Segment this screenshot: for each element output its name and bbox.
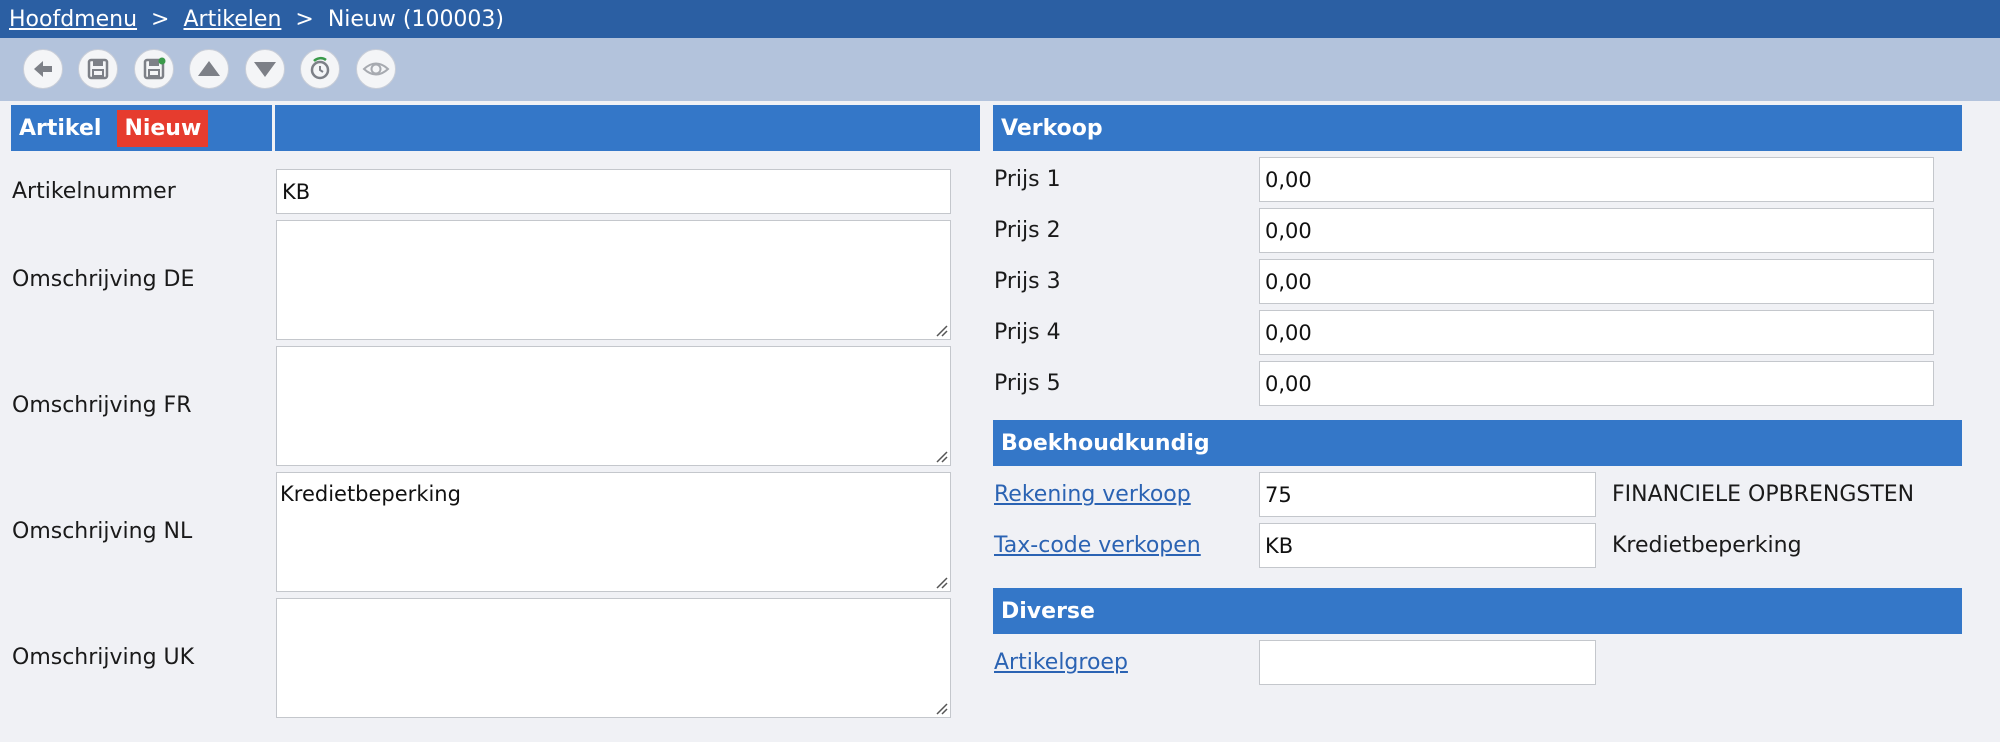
artikelgroep-input[interactable] [1259, 640, 1596, 685]
omschrijving-uk-textarea[interactable] [276, 598, 951, 718]
verkoop-section-header: Verkoop [993, 105, 1962, 151]
omschrijving-nl-label: Omschrijving NL [12, 519, 193, 544]
preview-button[interactable] [356, 49, 396, 89]
boekhoudkundig-header-title: Boekhoudkundig [1001, 430, 1210, 456]
rekening-verkoop-link[interactable]: Rekening verkoop [994, 482, 1191, 507]
breadcrumb-link-hoofdmenu[interactable]: Hoofdmenu [9, 7, 137, 32]
artikelnummer-input[interactable]: KB [276, 169, 951, 214]
omschrijving-fr-label: Omschrijving FR [12, 393, 192, 418]
breadcrumb-link-artikelen[interactable]: Artikelen [183, 7, 281, 32]
diverse-section-header: Diverse [993, 588, 1962, 634]
prijs-5-label: Prijs 5 [994, 371, 1061, 396]
verkoop-header-title: Verkoop [1001, 115, 1103, 141]
prijs-5-input[interactable]: 0,00 [1259, 361, 1934, 406]
omschrijving-uk-label: Omschrijving UK [12, 645, 195, 670]
omschrijving-nl-value: Kredietbeperking [280, 482, 461, 506]
diverse-header-title: Diverse [1001, 598, 1095, 624]
history-icon [310, 56, 330, 80]
prijs-2-input[interactable]: 0,00 [1259, 208, 1934, 253]
omschrijving-de-label: Omschrijving DE [12, 267, 195, 292]
preview-icon [362, 62, 390, 76]
artikel-section-header: Artikel Nieuw [11, 105, 272, 151]
boekhoudkundig-section-header: Boekhoudkundig [993, 420, 1962, 466]
tax-code-verkopen-link[interactable]: Tax-code verkopen [994, 533, 1201, 558]
resize-grip-icon[interactable] [934, 449, 948, 463]
tax-code-verkopen-input[interactable]: KB [1259, 523, 1596, 568]
prijs-3-label: Prijs 3 [994, 269, 1061, 294]
save-new-icon [143, 57, 166, 80]
toolbar [0, 38, 2000, 101]
tax-code-verkopen-description: Kredietbeperking [1612, 533, 1802, 558]
artikel-section-header-extension [275, 105, 980, 151]
resize-grip-icon[interactable] [934, 575, 948, 589]
breadcrumb-separator: > [295, 6, 314, 32]
breadcrumb: Hoofdmenu > Artikelen > Nieuw (100003) [0, 0, 2000, 38]
back-button[interactable] [23, 49, 63, 89]
move-down-button[interactable] [245, 49, 285, 89]
prijs-4-label: Prijs 4 [994, 320, 1061, 345]
move-up-button[interactable] [189, 49, 229, 89]
save-button[interactable] [78, 49, 118, 89]
status-badge: Nieuw [117, 109, 209, 147]
save-icon [87, 58, 109, 80]
arrow-down-icon [254, 62, 276, 77]
prijs-3-input[interactable]: 0,00 [1259, 259, 1934, 304]
resize-grip-icon[interactable] [934, 701, 948, 715]
omschrijving-de-textarea[interactable] [276, 220, 951, 340]
prijs-2-label: Prijs 2 [994, 218, 1061, 243]
prijs-1-label: Prijs 1 [994, 167, 1061, 192]
breadcrumb-current: Nieuw (100003) [327, 6, 505, 32]
prijs-1-input[interactable]: 0,00 [1259, 157, 1934, 202]
artikelgroep-link[interactable]: Artikelgroep [994, 650, 1128, 675]
save-new-button[interactable] [134, 49, 174, 89]
omschrijving-nl-textarea[interactable]: Kredietbeperking [276, 472, 951, 592]
arrow-up-icon [198, 61, 220, 76]
prijs-4-input[interactable]: 0,00 [1259, 310, 1934, 355]
back-icon [34, 61, 52, 77]
history-button[interactable] [300, 49, 340, 89]
rekening-verkoop-input[interactable]: 75 [1259, 472, 1596, 517]
resize-grip-icon[interactable] [934, 323, 948, 337]
omschrijving-fr-textarea[interactable] [276, 346, 951, 466]
rekening-verkoop-description: FINANCIELE OPBRENGSTEN [1612, 482, 1915, 507]
artikel-header-title: Artikel [19, 115, 102, 141]
artikelnummer-label: Artikelnummer [12, 179, 176, 204]
breadcrumb-separator: > [151, 6, 170, 32]
